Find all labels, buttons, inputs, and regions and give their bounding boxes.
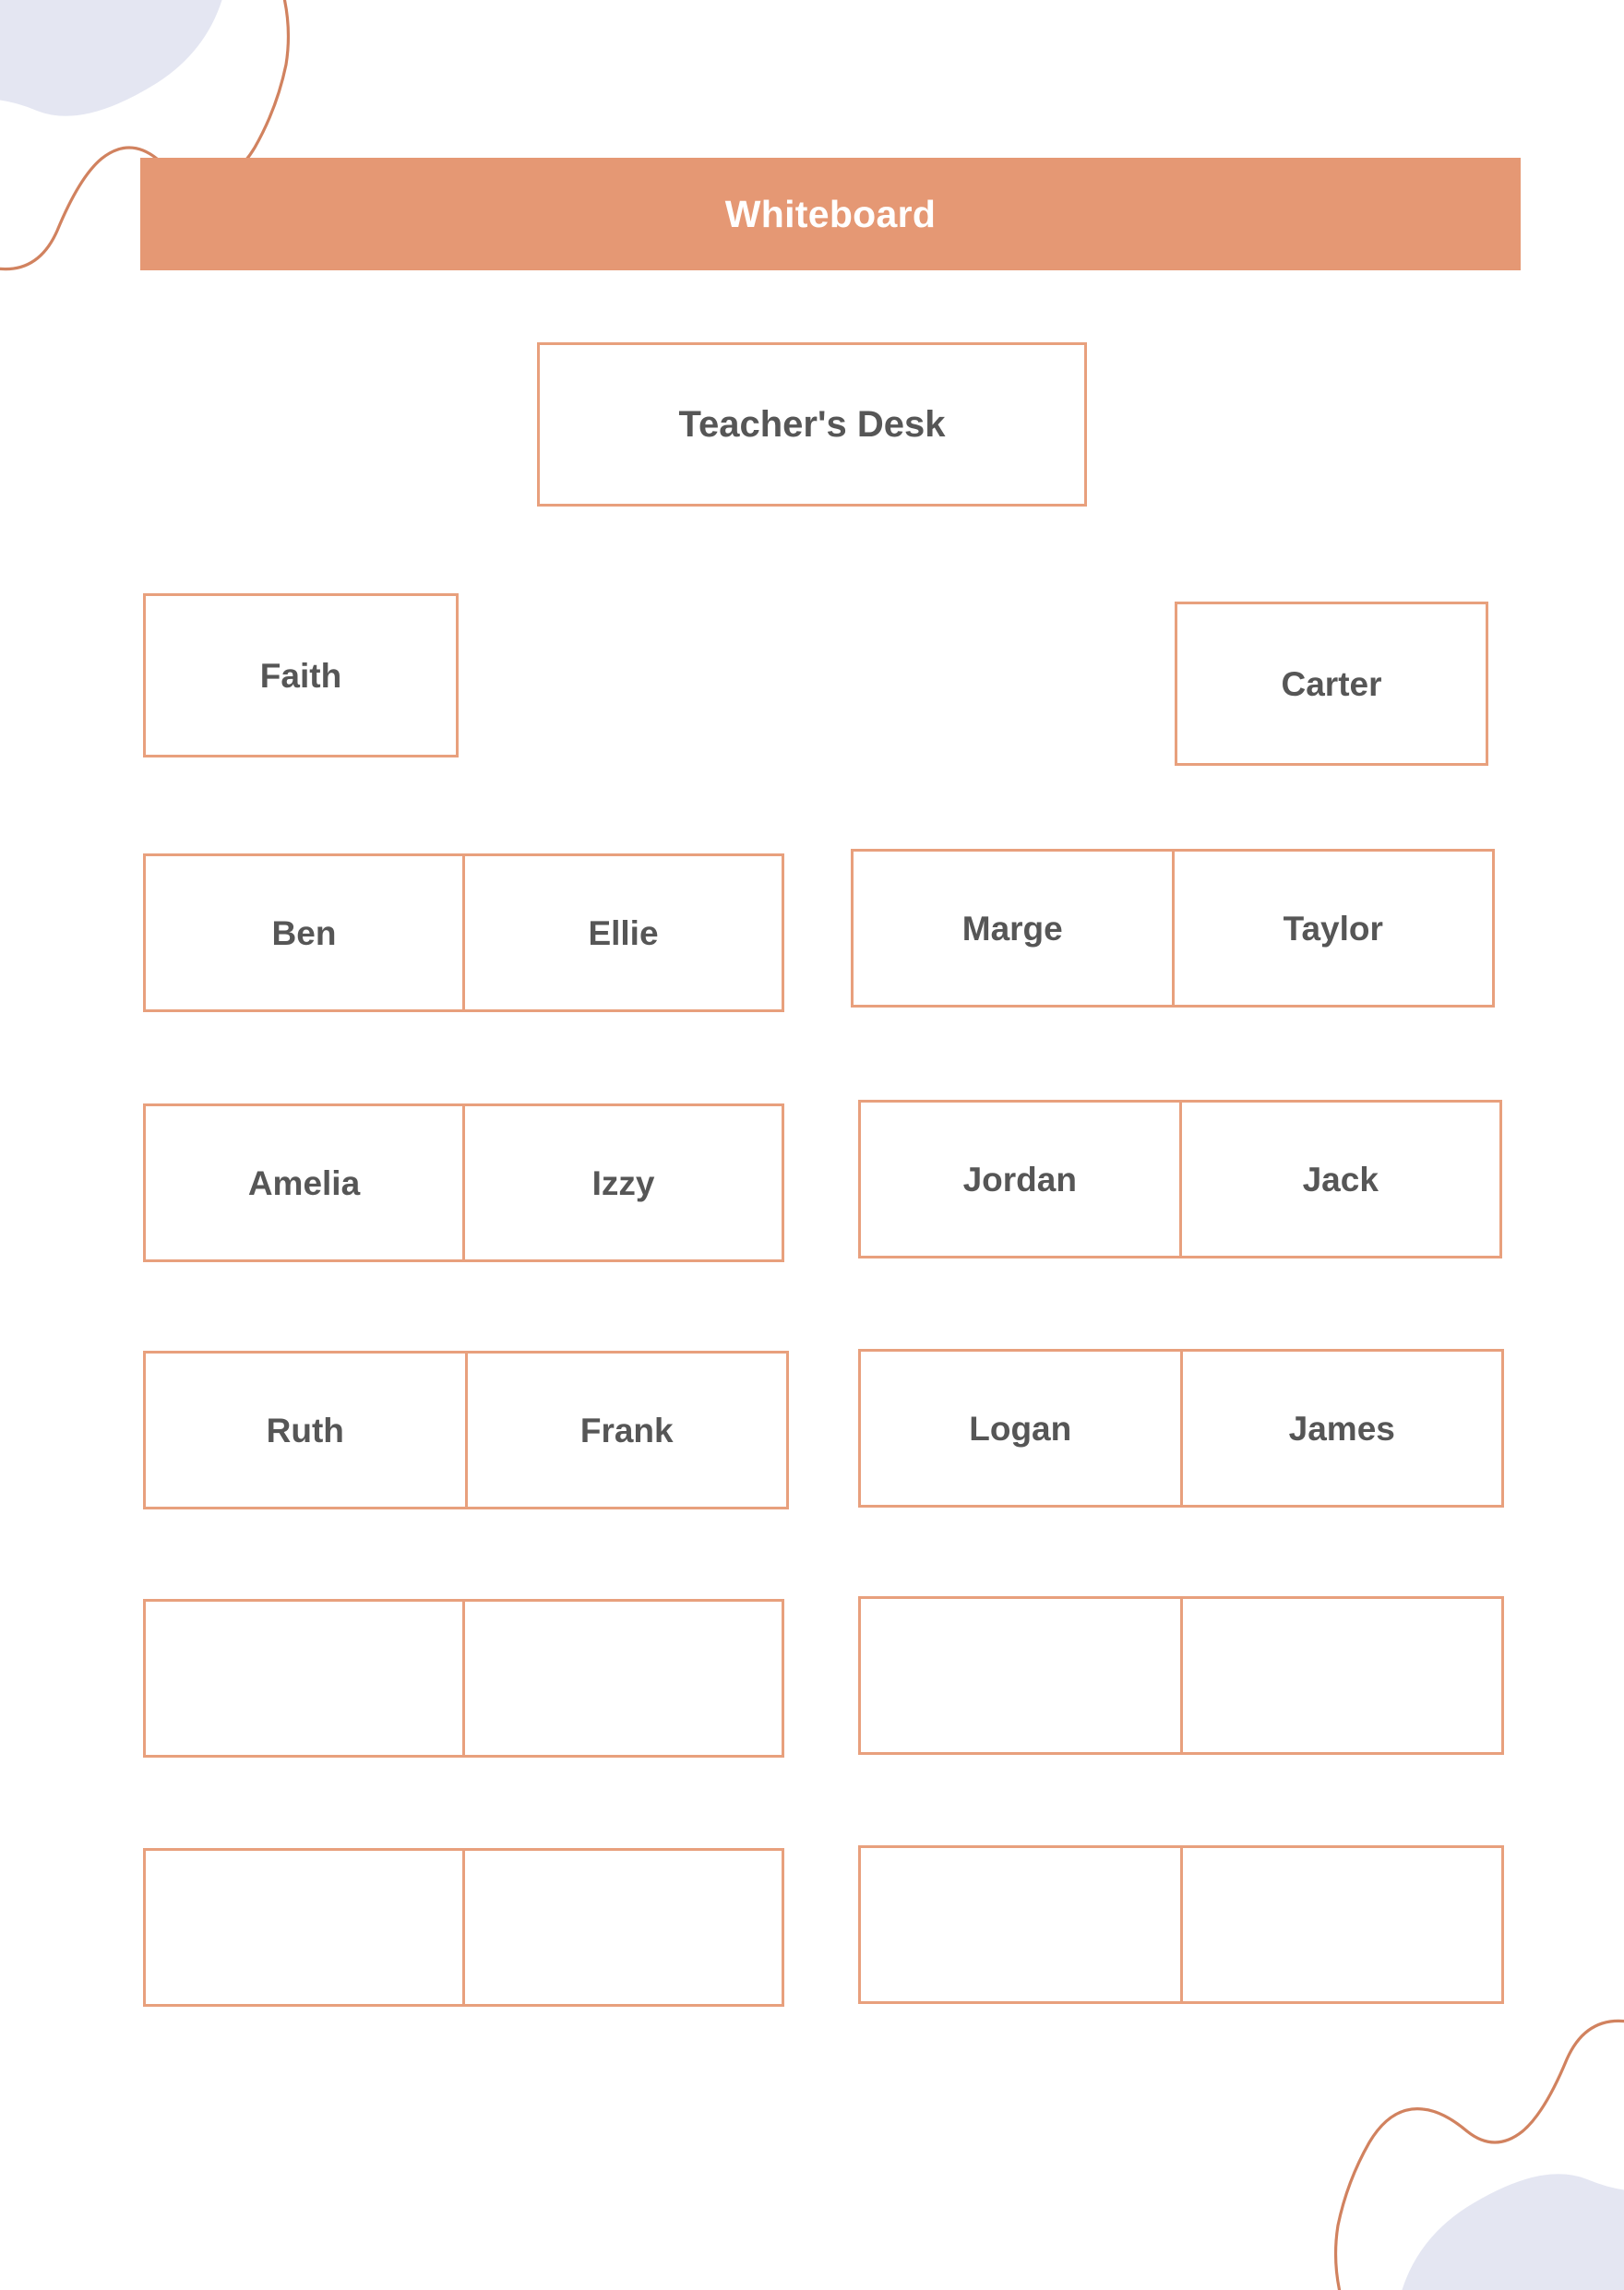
student-name-label: Amelia — [247, 1163, 361, 1202]
student-desk[interactable]: Izzy — [462, 1103, 784, 1262]
student-desk[interactable]: Jordan — [858, 1100, 1182, 1258]
student-desk[interactable]: James — [1179, 1349, 1504, 1508]
student-name-label: Ellie — [588, 913, 659, 952]
desk-pair-row5-right — [858, 1845, 1504, 2004]
student-desk[interactable]: Ben — [143, 853, 465, 1012]
student-name-label: Ruth — [266, 1411, 344, 1449]
student-desk[interactable] — [143, 1599, 465, 1758]
lavender-blob-top-left — [0, 0, 222, 116]
desk-pair-row1-right: Marge Taylor — [851, 849, 1495, 1008]
student-desk[interactable]: Ellie — [462, 853, 784, 1012]
wavy-line-bottom-right — [1333, 2019, 1624, 2290]
student-desk[interactable] — [1179, 1596, 1504, 1755]
desk-pair-row5-left — [143, 1848, 784, 2007]
whiteboard-label: Whiteboard — [724, 192, 937, 235]
student-name-label: James — [1288, 1409, 1395, 1448]
desk-pair-row3-left: Ruth Frank — [143, 1351, 789, 1509]
student-desk[interactable]: Ruth — [143, 1351, 468, 1509]
desk-pair-row2-right: Jordan Jack — [858, 1100, 1502, 1258]
student-desk[interactable]: Frank — [464, 1351, 789, 1509]
teacher-desk[interactable]: Teacher's Desk — [537, 342, 1087, 507]
student-name-label: Marge — [961, 909, 1063, 948]
student-desk[interactable]: Amelia — [143, 1103, 465, 1262]
student-desk-front-left[interactable]: Faith — [143, 593, 459, 757]
desk-pair-row1-left: Ben Ellie — [143, 853, 784, 1012]
student-name-label: Faith — [259, 656, 342, 695]
desk-pair-row4-left — [143, 1599, 784, 1758]
student-name-label: Frank — [579, 1411, 674, 1449]
teacher-desk-label: Teacher's Desk — [678, 404, 946, 445]
student-desk[interactable] — [462, 1599, 784, 1758]
student-desk[interactable]: Jack — [1178, 1100, 1502, 1258]
seating-chart-page: Whiteboard Teacher's Desk Faith Carter B… — [0, 0, 1624, 2290]
student-name-label: Ben — [271, 913, 337, 952]
student-name-label: Izzy — [591, 1163, 655, 1202]
student-desk[interactable] — [858, 1596, 1183, 1755]
desk-pair-row2-left: Amelia Izzy — [143, 1103, 784, 1262]
student-name-label: Logan — [969, 1409, 1072, 1448]
student-desk-front-right[interactable]: Carter — [1175, 602, 1488, 766]
student-desk[interactable]: Marge — [851, 849, 1175, 1008]
student-desk[interactable] — [858, 1845, 1183, 2004]
whiteboard-banner: Whiteboard — [140, 158, 1521, 270]
student-desk[interactable] — [143, 1848, 465, 2007]
student-name-label: Jack — [1302, 1160, 1379, 1199]
student-desk[interactable]: Logan — [858, 1349, 1183, 1508]
student-desk[interactable] — [462, 1848, 784, 2007]
student-desk[interactable]: Taylor — [1171, 849, 1495, 1008]
student-name-label: Taylor — [1283, 909, 1383, 948]
student-name-label: Carter — [1281, 664, 1382, 703]
desk-pair-row3-right: Logan James — [858, 1349, 1504, 1508]
student-name-label: Jordan — [962, 1160, 1077, 1199]
lavender-blob-bottom-right — [1402, 2174, 1624, 2290]
student-desk[interactable] — [1179, 1845, 1504, 2004]
desk-pair-row4-right — [858, 1596, 1504, 1755]
